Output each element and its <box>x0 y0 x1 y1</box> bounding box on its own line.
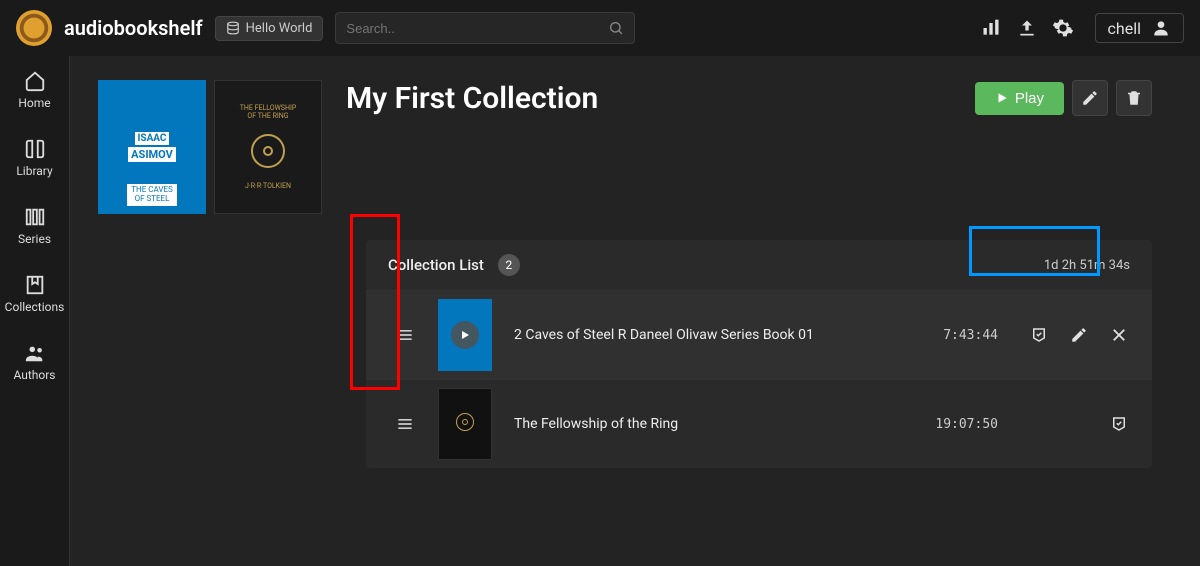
collection-count-badge: 2 <box>498 254 520 276</box>
cover-thumbnail[interactable]: ISAAC ASIMOV THE CAVES OF STEEL <box>98 80 206 214</box>
drag-icon <box>395 414 415 434</box>
settings-button[interactable] <box>1051 16 1075 40</box>
search-box[interactable] <box>335 12 635 44</box>
gear-icon <box>1052 17 1074 39</box>
sidebar-label: Library <box>16 164 52 178</box>
edit-collection-button[interactable] <box>1072 80 1108 116</box>
user-name: chell <box>1108 19 1141 38</box>
edit-item-button[interactable] <box>1070 326 1088 344</box>
item-duration: 7:43:44 <box>908 328 998 343</box>
shield-check-icon <box>1030 326 1048 344</box>
remove-item-button[interactable] <box>1110 326 1128 344</box>
collection-row[interactable]: The Fellowship of the Ring 19:07:50 <box>366 379 1152 468</box>
item-thumbnail[interactable] <box>438 388 492 460</box>
trash-icon <box>1125 89 1143 107</box>
collection-list-title: Collection List <box>388 256 484 274</box>
close-icon <box>1110 326 1128 344</box>
item-title: 2 Caves of Steel R Daneel Olivaw Series … <box>500 327 908 343</box>
sidebar-nav: Home Library Series Collections Authors <box>0 56 70 566</box>
page-title: My First Collection <box>346 81 598 116</box>
sidebar-item-authors[interactable]: Authors <box>0 328 69 396</box>
sidebar-item-collections[interactable]: Collections <box>0 260 69 328</box>
top-toolbar: audiobookshelf Hello World chell <box>0 0 1200 56</box>
library-selector[interactable]: Hello World <box>215 16 324 41</box>
drag-handle[interactable] <box>380 325 430 345</box>
upload-icon <box>1017 18 1037 38</box>
app-logo[interactable] <box>16 10 52 46</box>
shield-check-icon <box>1110 415 1128 433</box>
play-button[interactable]: Play <box>975 82 1064 115</box>
people-icon <box>24 342 46 364</box>
bookmark-stack-icon <box>24 274 46 296</box>
book-icon <box>24 138 46 160</box>
play-item-button[interactable] <box>451 321 479 349</box>
home-icon <box>24 70 46 92</box>
mark-read-button[interactable] <box>1030 326 1048 344</box>
item-duration: 19:07:50 <box>908 417 998 432</box>
play-icon <box>995 91 1009 105</box>
collection-row[interactable]: 2 Caves of Steel R Daneel Olivaw Series … <box>366 290 1152 379</box>
sidebar-label: Collections <box>5 300 65 314</box>
collection-list-header: Collection List 2 1d 2h 51m 34s <box>366 240 1152 290</box>
sidebar-item-series[interactable]: Series <box>0 192 69 260</box>
drag-handle[interactable] <box>380 414 430 434</box>
search-icon <box>608 20 624 36</box>
stats-button[interactable] <box>979 16 1003 40</box>
cover-strip: ISAAC ASIMOV THE CAVES OF STEEL THE FELL… <box>98 80 322 214</box>
bar-chart-icon <box>981 18 1001 38</box>
app-name: audiobookshelf <box>64 16 203 40</box>
item-title: The Fellowship of the Ring <box>500 416 908 432</box>
pencil-icon <box>1081 89 1099 107</box>
collection-total-duration: 1d 2h 51m 34s <box>1044 258 1130 273</box>
play-icon <box>459 329 471 341</box>
sidebar-item-home[interactable]: Home <box>0 56 69 124</box>
cover-thumbnail[interactable]: THE FELLOWSHIP OF THE RING J·R·R·TOLKIEN <box>214 80 322 214</box>
main-content: ISAAC ASIMOV THE CAVES OF STEEL THE FELL… <box>70 56 1200 566</box>
sidebar-label: Authors <box>13 368 55 382</box>
columns-icon <box>24 206 46 228</box>
database-icon <box>226 21 240 35</box>
delete-collection-button[interactable] <box>1116 80 1152 116</box>
sidebar-label: Home <box>18 96 50 110</box>
person-icon <box>1151 18 1171 38</box>
upload-button[interactable] <box>1015 16 1039 40</box>
pencil-icon <box>1070 326 1088 344</box>
mark-read-button[interactable] <box>1110 415 1128 433</box>
drag-icon <box>395 325 415 345</box>
sidebar-item-library[interactable]: Library <box>0 124 69 192</box>
search-input[interactable] <box>346 21 608 36</box>
user-menu[interactable]: chell <box>1095 13 1184 43</box>
collection-list-panel: Collection List 2 1d 2h 51m 34s 2 Caves … <box>366 240 1152 468</box>
sidebar-label: Series <box>18 232 51 246</box>
library-name: Hello World <box>246 21 313 36</box>
